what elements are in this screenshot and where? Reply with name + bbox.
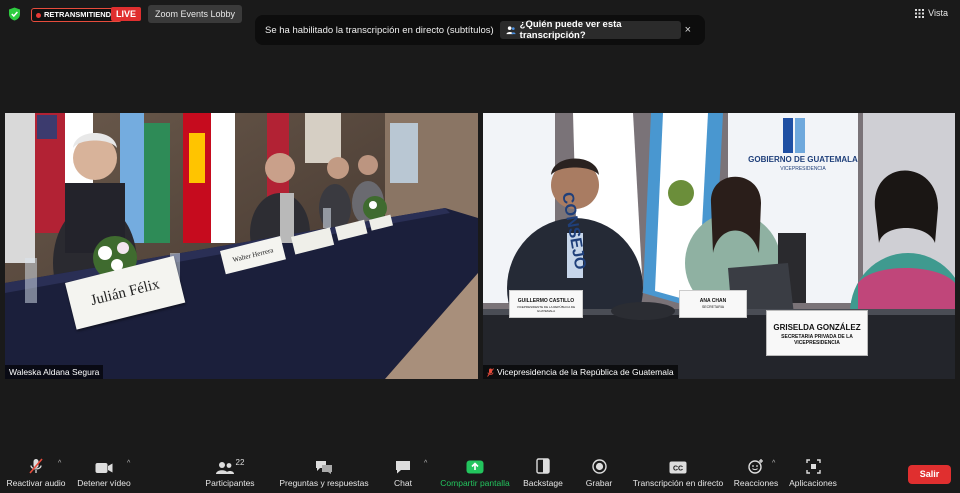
chat-label: Chat bbox=[394, 478, 412, 488]
transcription-message: Se ha habilitado la transcripción en dir… bbox=[265, 24, 494, 36]
grid-icon bbox=[915, 8, 925, 18]
backstage-door-icon bbox=[536, 458, 550, 474]
share-screen-icon bbox=[466, 460, 484, 474]
unmute-audio-label: Reactivar audio bbox=[6, 478, 66, 488]
chat-button[interactable]: Chat bbox=[388, 458, 418, 488]
unmute-audio-button[interactable]: Reactivar audio bbox=[6, 458, 66, 488]
name-placard: GRISELDA GONZÁLEZ SECRETARIA PRIVADA DE … bbox=[766, 310, 868, 356]
lobby-button[interactable]: Zoom Events Lobby bbox=[148, 5, 243, 23]
recording-badge[interactable]: RETRANSMITIENDO bbox=[31, 8, 122, 22]
recording-badge-label: RETRANSMITIENDO bbox=[44, 10, 117, 19]
backdrop-logo: GOBIERNO DE GUATEMALA VICEPRESIDENCIA bbox=[748, 155, 858, 172]
qa-bubbles-icon bbox=[316, 461, 332, 474]
backstage-button[interactable]: Backstage bbox=[520, 458, 566, 488]
close-icon[interactable]: × bbox=[681, 24, 695, 36]
qa-button[interactable]: Preguntas y respuestas bbox=[278, 458, 370, 488]
live-transcript-label: Transcripción en directo bbox=[632, 478, 724, 488]
meeting-toolbar: Reactivar audio ^ Detener vídeo ^ 22 Par… bbox=[0, 452, 960, 493]
stop-video-label: Detener vídeo bbox=[77, 478, 131, 488]
name-placard: ANA CHAN SECRETARIA bbox=[679, 290, 747, 318]
name-placard-text: GUILLERMO CASTILLO bbox=[517, 298, 575, 304]
participant-name: Vicepresidencia de la República de Guate… bbox=[497, 367, 674, 377]
name-placard-text: GRISELDA GONZÁLEZ bbox=[773, 323, 861, 332]
view-button[interactable]: Vista bbox=[915, 8, 948, 18]
chat-bubble-icon bbox=[396, 461, 410, 474]
participant-name-label: Vicepresidencia de la República de Guate… bbox=[483, 365, 678, 379]
backdrop-title: GOBIERNO DE GUATEMALA bbox=[748, 155, 858, 164]
who-can-see-label: ¿Quién puede ver esta transcripción? bbox=[519, 19, 622, 41]
participant-name-label: Waleska Aldana Segura bbox=[5, 365, 104, 379]
share-screen-label: Compartir pantalla bbox=[440, 478, 510, 488]
live-badge[interactable]: LIVE bbox=[111, 7, 142, 21]
transcription-banner: Se ha habilitado la transcripción en dir… bbox=[255, 15, 705, 45]
video-feed-2 bbox=[483, 113, 955, 379]
reactions-label: Reacciones bbox=[733, 478, 779, 488]
participants-label: Participantes bbox=[205, 478, 255, 488]
name-placard: GUILLERMO CASTILLO VICEPRESIDENTE DE LA … bbox=[509, 290, 583, 318]
mic-muted-icon bbox=[487, 367, 494, 377]
apps-label: Aplicaciones bbox=[789, 478, 837, 488]
reactions-options-chevron-icon[interactable]: ^ bbox=[772, 460, 775, 467]
video-tile-1[interactable]: Julián Félix Walter Herrera Waleska Alda… bbox=[5, 113, 478, 379]
reactions-smiley-icon bbox=[748, 459, 763, 474]
apps-icon bbox=[805, 459, 821, 474]
name-placard-text: Walter Herrera bbox=[231, 246, 275, 265]
participants-icon bbox=[215, 462, 234, 474]
name-placard-subtitle: VICEPRESIDENTE DE LA REPÚBLICA DE GUATEM… bbox=[516, 305, 576, 313]
leave-button[interactable]: Salir bbox=[908, 465, 951, 484]
record-button[interactable]: Grabar bbox=[584, 458, 614, 488]
svg-text:CC: CC bbox=[673, 466, 683, 473]
video-camera-icon bbox=[95, 463, 113, 473]
chat-options-chevron-icon[interactable]: ^ bbox=[424, 460, 427, 467]
people-icon bbox=[506, 26, 516, 35]
view-button-label: Vista bbox=[928, 8, 948, 18]
backdrop-subtitle: VICEPRESIDENCIA bbox=[780, 166, 826, 172]
name-placard-text: ANA CHAN bbox=[699, 298, 727, 304]
share-screen-button[interactable]: Compartir pantalla bbox=[438, 458, 512, 488]
video-tile-2[interactable]: GOBIERNO DE GUATEMALA VICEPRESIDENCIA CO… bbox=[483, 113, 955, 379]
who-can-see-button[interactable]: ¿Quién puede ver esta transcripción? bbox=[499, 19, 681, 41]
recording-dot-icon bbox=[36, 12, 41, 18]
security-shield-icon[interactable] bbox=[8, 7, 21, 21]
mic-muted-icon bbox=[29, 458, 43, 474]
name-placard-subtitle: SECRETARIA PRIVADA DE LA VICEPRESIDENCIA bbox=[781, 334, 853, 346]
participants-button[interactable]: 22 Participantes bbox=[200, 458, 260, 488]
apps-button[interactable]: Aplicaciones bbox=[786, 458, 840, 488]
closed-caption-icon: CC bbox=[669, 461, 687, 474]
qa-label: Preguntas y respuestas bbox=[279, 478, 369, 488]
backstage-label: Backstage bbox=[523, 478, 563, 488]
name-placard-subtitle: SECRETARIA bbox=[701, 305, 725, 309]
participant-name: Waleska Aldana Segura bbox=[9, 367, 100, 377]
participants-count: 22 bbox=[235, 458, 245, 467]
video-options-chevron-icon[interactable]: ^ bbox=[127, 460, 130, 467]
name-placard-text: Julián Félix bbox=[88, 275, 162, 309]
record-icon bbox=[591, 459, 607, 474]
stop-video-button[interactable]: Detener vídeo bbox=[76, 458, 132, 488]
audio-options-chevron-icon[interactable]: ^ bbox=[58, 460, 61, 467]
live-transcript-button[interactable]: CC Transcripción en directo bbox=[632, 458, 724, 488]
record-label: Grabar bbox=[585, 478, 613, 488]
